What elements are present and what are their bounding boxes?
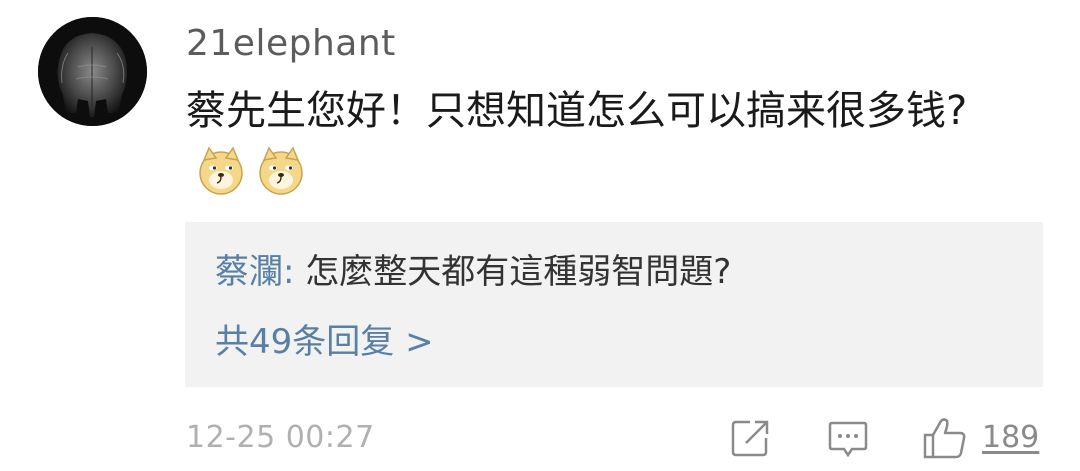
comment-text: 蔡先生您好！只想知道怎么可以搞来很多钱? <box>186 88 968 134</box>
share-icon[interactable] <box>728 416 772 460</box>
reply-preview-box[interactable]: 蔡瀾: 怎麼整天都有這種弱智問題? 共49条回复 > <box>185 222 1043 387</box>
comment-body: 蔡先生您好！只想知道怎么可以搞来很多钱? <box>186 80 986 204</box>
timestamp: 12-25 00:27 <box>186 420 375 455</box>
doge-emoji-icon <box>256 146 306 196</box>
reply-text: 怎麼整天都有這種弱智問題? <box>305 252 732 292</box>
reply-separator: : <box>283 252 306 292</box>
view-all-replies-link[interactable]: 共49条回复 > <box>215 320 434 364</box>
doge-emoji-icon <box>196 146 246 196</box>
reply-author[interactable]: 蔡瀾 <box>215 252 283 292</box>
comment-icon[interactable] <box>826 416 870 460</box>
user-avatar[interactable] <box>38 17 147 126</box>
thumbs-up-icon[interactable] <box>922 416 966 460</box>
elephant-avatar-icon <box>38 17 147 126</box>
username[interactable]: 21elephant <box>186 22 396 66</box>
reply-line: 蔡瀾: 怎麼整天都有這種弱智問題? <box>215 250 731 294</box>
like-count[interactable]: 189 <box>982 418 1039 458</box>
